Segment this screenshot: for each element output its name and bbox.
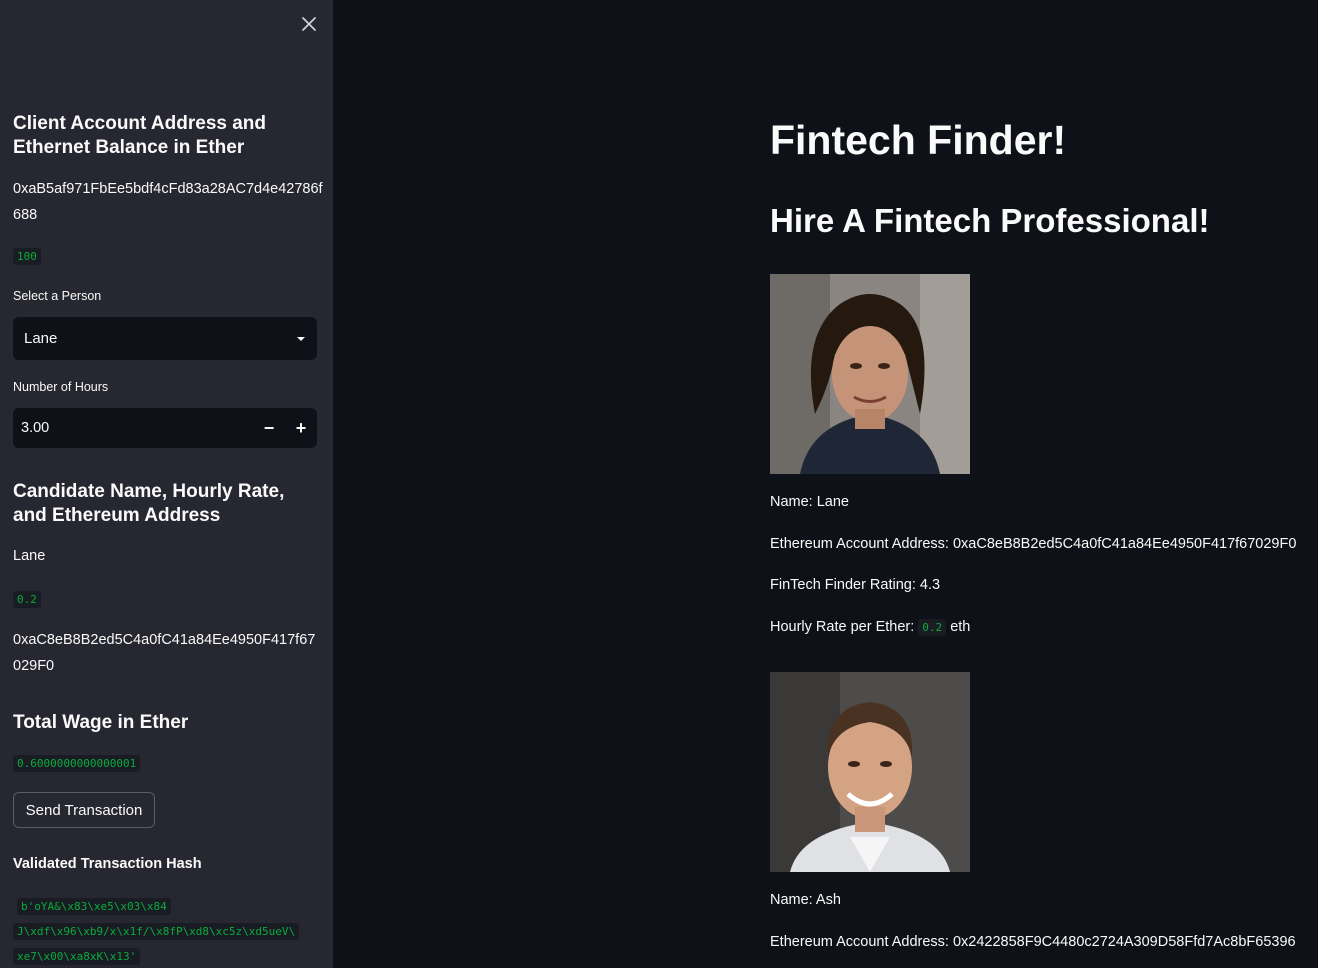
decrement-button[interactable]: − bbox=[253, 408, 285, 448]
candidate-rating-lane: FinTech Finder Rating: 4.3 bbox=[770, 577, 941, 593]
candidate-name-lane: Name: Lane bbox=[770, 494, 849, 510]
candidate-rate: 0.2 bbox=[13, 591, 41, 608]
hash-line: xe7\x00\xa8xK\x13' bbox=[13, 944, 319, 968]
candidate-rate-badge: 0.2 bbox=[13, 590, 41, 608]
hours-value[interactable]: 3.00 bbox=[13, 420, 253, 436]
increment-button[interactable]: + bbox=[285, 408, 317, 448]
page-subtitle: Hire A Fintech Professional! bbox=[770, 202, 1210, 239]
candidate-photo-ash bbox=[770, 672, 970, 872]
candidate-photo-lane bbox=[770, 274, 970, 474]
chevron-down-icon bbox=[297, 336, 305, 341]
close-sidebar-icon[interactable] bbox=[297, 12, 321, 36]
rate-suffix: eth bbox=[950, 619, 971, 635]
hours-number-input[interactable]: 3.00 − + bbox=[13, 408, 317, 448]
person-select[interactable]: Lane bbox=[13, 317, 317, 360]
candidate-rate-lane: Hourly Rate per Ether: 0.2 eth bbox=[770, 616, 970, 639]
candidate-address: 0xaC8eB8B2ed5C4a0fC41a84Ee4950F417f67029… bbox=[13, 632, 316, 674]
hash-line: J\xdf\x96\xb9/x\x1f/\x8fP\xd8\xc5z\xd5ue… bbox=[13, 919, 319, 944]
total-wage-value: 0.6000000000000001 bbox=[13, 755, 141, 772]
candidate-address-lane: Ethereum Account Address: 0xaC8eB8B2ed5C… bbox=[770, 536, 1297, 552]
select-person-label: Select a Person bbox=[13, 289, 102, 303]
total-wage-heading: Total Wage in Ether bbox=[13, 712, 189, 733]
client-account-heading: Client Account Address and Ethernet Bala… bbox=[13, 113, 267, 158]
client-address: 0xaB5af971FbEe5bdf4cFd83a28AC7d4e42786f6… bbox=[13, 181, 323, 223]
candidate-address-ash: Ethereum Account Address: 0x2422858F9C44… bbox=[770, 934, 1296, 950]
transaction-hash-heading: Validated Transaction Hash bbox=[13, 856, 202, 872]
total-wage-badge: 0.6000000000000001 bbox=[13, 754, 141, 772]
rate-prefix: Hourly Rate per Ether: bbox=[770, 619, 915, 635]
candidate-name: Lane bbox=[13, 548, 46, 564]
send-transaction-button[interactable]: Send Transaction bbox=[13, 792, 155, 828]
page-title: Fintech Finder! bbox=[770, 117, 1067, 163]
candidate-heading: Candidate Name, Hourly Rate, and Ethereu… bbox=[13, 481, 285, 526]
hours-label: Number of Hours bbox=[13, 380, 109, 394]
hash-line: b'oYA&\x83\xe5\x03\x84 bbox=[13, 894, 319, 919]
rate-value: 0.2 bbox=[918, 619, 947, 636]
selected-person: Lane bbox=[24, 330, 58, 347]
sidebar: Client Account Address and Ethernet Bala… bbox=[0, 0, 333, 968]
client-balance-badge: 100 bbox=[13, 247, 41, 265]
transaction-hash: b'oYA&\x83\xe5\x03\x84 J\xdf\x96\xb9/x\x… bbox=[13, 894, 319, 968]
client-balance: 100 bbox=[13, 248, 41, 265]
candidate-name-ash: Name: Ash bbox=[770, 892, 841, 908]
